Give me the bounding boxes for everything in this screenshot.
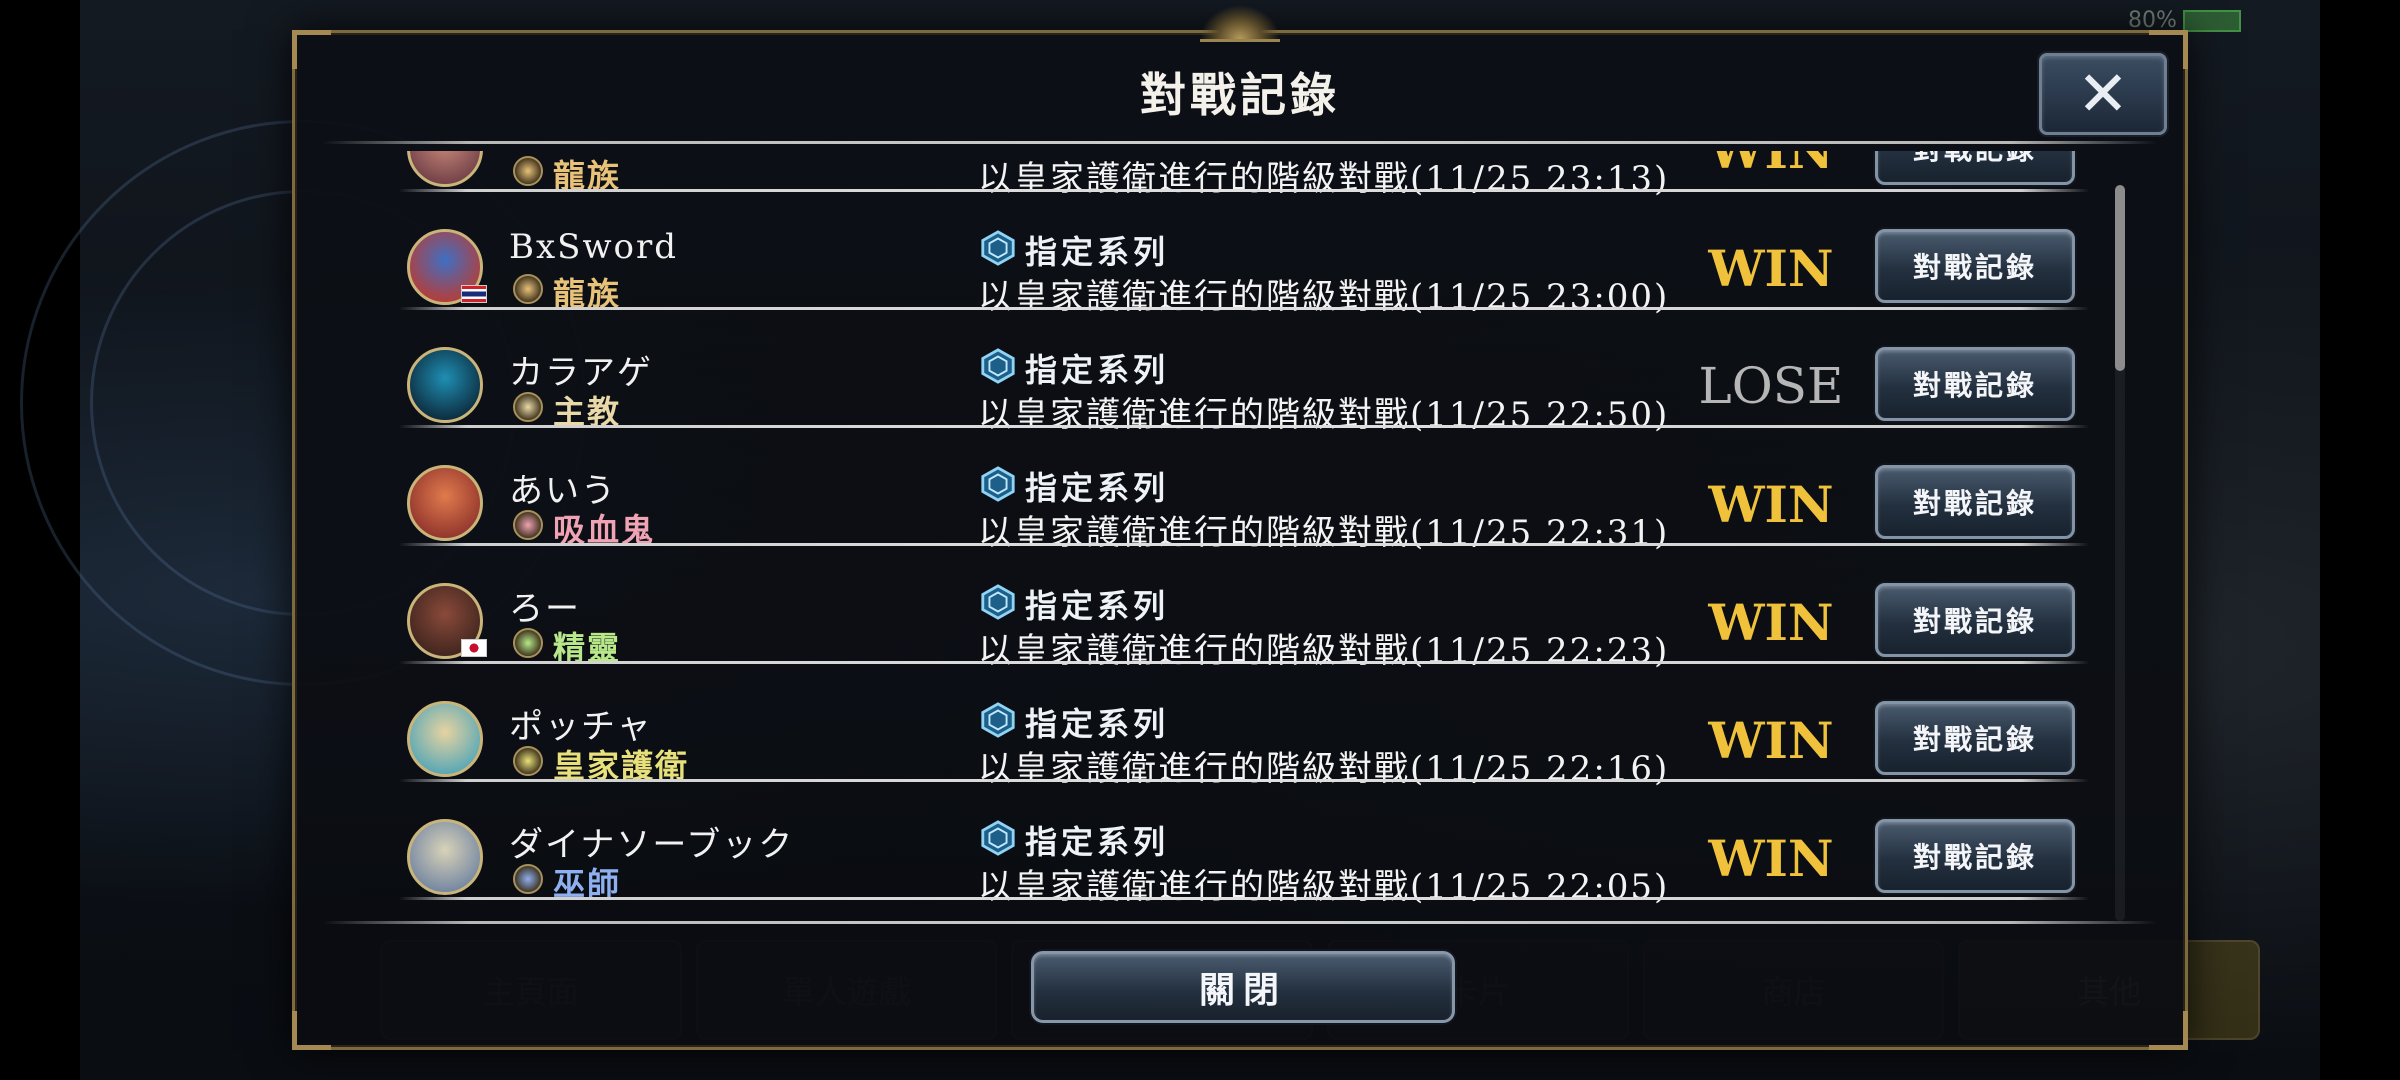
battle-result: WIN bbox=[1708, 239, 1834, 298]
battle-result: WIN bbox=[1671, 151, 1871, 180]
row-divider bbox=[399, 779, 2089, 782]
class-emblem-icon bbox=[513, 510, 543, 540]
row-divider bbox=[399, 543, 2089, 546]
battle-record-row: カラアゲ 主教 指定系列 以皇家護衛進行的階級對戰(11/25 22:50) LOSE 對… bbox=[295, 315, 2191, 435]
view-record-button[interactable]: 對戰記錄 bbox=[1875, 151, 2075, 185]
class-emblem-icon bbox=[513, 392, 543, 422]
format-label: 指定系列 bbox=[1025, 823, 1170, 861]
battle-record-row: ろー 精靈 指定系列 以皇家護衛進行的階級對戰(11/25 22:23) WIN 對戰記錄 bbox=[295, 551, 2191, 671]
view-record-button[interactable]: 對戰記錄 bbox=[1875, 229, 2075, 303]
battle-description: 以皇家護衛進行的階級對戰(11/25 22:31) bbox=[978, 513, 1670, 553]
class-emblem-icon bbox=[513, 274, 543, 304]
battle-result: LOSE bbox=[1698, 357, 1844, 415]
crest-ornament bbox=[1200, 5, 1280, 42]
format-label: 指定系列 bbox=[1025, 233, 1170, 271]
opponent-name: ダイナソーブック bbox=[509, 825, 795, 865]
battle-description: 以皇家護衛進行的階級對戰(11/25 22:23) bbox=[978, 631, 1670, 671]
battle-record-row: あいう 吸血鬼 指定系列 以皇家護衛進行的階級對戰(11/25 22:31) WIN 對戰… bbox=[295, 433, 2191, 553]
format-crystal-icon bbox=[981, 702, 1015, 738]
view-record-button[interactable]: 對戰記錄 bbox=[1875, 701, 2075, 775]
japan-flag-icon bbox=[461, 639, 487, 657]
opponent-avatar[interactable] bbox=[407, 701, 483, 777]
format-label: 指定系列 bbox=[1025, 705, 1170, 743]
row-divider bbox=[399, 307, 2089, 310]
opponent-avatar[interactable] bbox=[407, 465, 483, 541]
battle-result: WIN bbox=[1708, 711, 1834, 770]
view-record-button[interactable]: 對戰記錄 bbox=[1875, 465, 2075, 539]
class-emblem-icon bbox=[513, 864, 543, 894]
format-label: 指定系列 bbox=[1025, 587, 1170, 625]
class-emblem-icon bbox=[513, 628, 543, 658]
battle-result: WIN bbox=[1708, 829, 1834, 888]
battle-description: 以皇家護衛進行的階級對戰(11/25 22:16) bbox=[978, 749, 1670, 789]
row-divider bbox=[399, 189, 2089, 192]
format-crystal-icon bbox=[981, 820, 1015, 856]
class-emblem-icon bbox=[513, 156, 543, 186]
opponent-avatar[interactable] bbox=[407, 151, 483, 187]
battle-description: 以皇家護衛進行的階級對戰(11/25 23:00) bbox=[978, 277, 1670, 317]
frame-corner bbox=[2149, 1011, 2188, 1050]
class-emblem-icon bbox=[513, 746, 543, 776]
battle-description: 以皇家護衛進行的階級對戰(11/25 22:50) bbox=[978, 395, 1670, 435]
row-divider bbox=[399, 661, 2089, 664]
close-x-button[interactable]: ✕ bbox=[2039, 53, 2167, 135]
battle-result: WIN bbox=[1708, 475, 1834, 534]
battle-history-dialog: 對戰記錄 ✕ Hoshy龍族指定系列以皇家護衛進行的階級對戰(11/25 23:… bbox=[292, 5, 2191, 1050]
thailand-flag-icon bbox=[461, 285, 487, 303]
view-record-button[interactable]: 對戰記錄 bbox=[1875, 819, 2075, 893]
format-label: 指定系列 bbox=[1025, 469, 1170, 507]
view-record-button[interactable]: 對戰記錄 bbox=[1875, 347, 2075, 421]
format-label: 指定系列 bbox=[1025, 351, 1170, 389]
battle-description: 以皇家護衛進行的階級對戰(11/25 22:05) bbox=[978, 867, 1670, 907]
format-crystal-icon bbox=[981, 230, 1015, 266]
row-divider bbox=[399, 897, 2089, 900]
scrollbar-thumb[interactable] bbox=[2115, 185, 2125, 371]
battle-record-row: Hoshy龍族指定系列以皇家護衛進行的階級對戰(11/25 23:13)WIN對… bbox=[295, 151, 2191, 199]
battle-record-row: BxSword 龍族 指定系列 以皇家護衛進行的階級對戰(11/25 23:00) WI… bbox=[295, 197, 2191, 317]
format-crystal-icon bbox=[981, 466, 1015, 502]
header-divider bbox=[323, 141, 2157, 144]
dialog-title: 對戰記錄 bbox=[1140, 68, 1340, 122]
battle-record-row: ポッチャ 皇家護衛 指定系列 以皇家護衛進行的階級對戰(11/25 22:16) WIN… bbox=[295, 669, 2191, 789]
opponent-avatar[interactable] bbox=[407, 819, 483, 895]
opponent-avatar[interactable] bbox=[407, 347, 483, 423]
frame-corner bbox=[292, 1011, 331, 1050]
format-crystal-icon bbox=[981, 584, 1015, 620]
battle-result: WIN bbox=[1708, 593, 1834, 652]
close-icon: ✕ bbox=[2077, 57, 2129, 130]
footer-divider bbox=[323, 921, 2157, 924]
battle-record-list[interactable]: Hoshy龍族指定系列以皇家護衛進行的階級對戰(11/25 23:13)WIN對… bbox=[295, 151, 2191, 941]
format-crystal-icon bbox=[981, 348, 1015, 384]
close-dialog-button[interactable]: 關閉 bbox=[1031, 951, 1455, 1023]
view-record-button[interactable]: 對戰記錄 bbox=[1875, 583, 2075, 657]
opponent-name: BxSword bbox=[509, 227, 679, 267]
row-divider bbox=[399, 425, 2089, 428]
battle-record-row: ダイナソーブック 巫師 指定系列 以皇家護衛進行的階級對戰(11/25 22:05) W… bbox=[295, 787, 2191, 907]
battle-description: 以皇家護衛進行的階級對戰(11/25 23:13) bbox=[978, 159, 1670, 199]
